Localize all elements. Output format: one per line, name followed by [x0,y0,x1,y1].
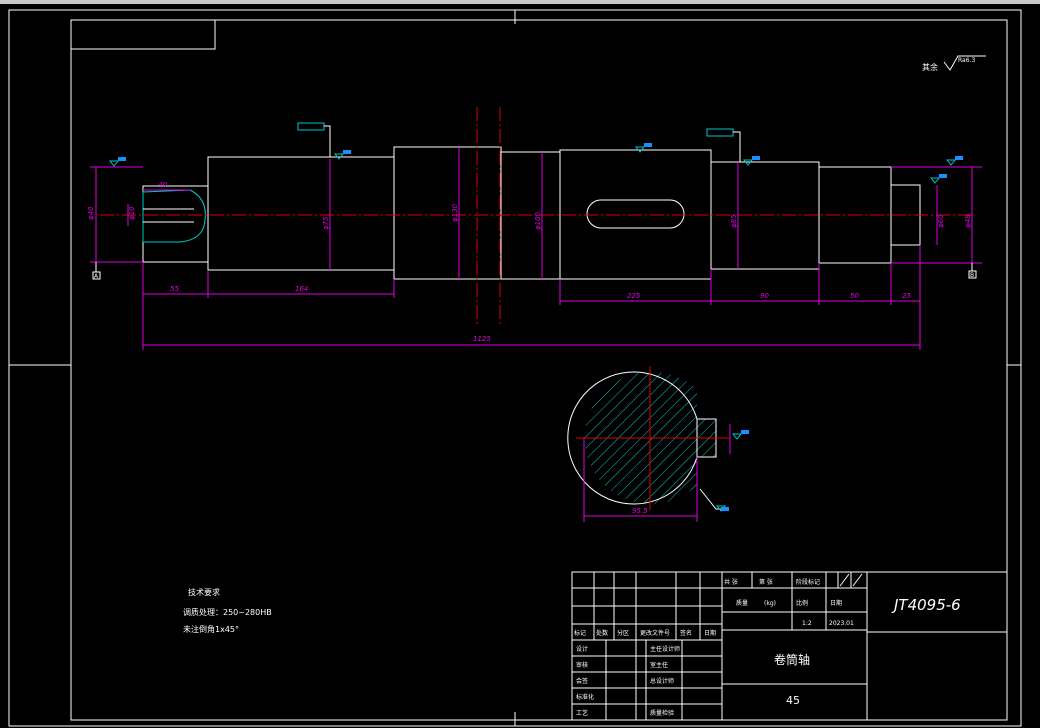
sig-left-2: 会签 [576,677,588,685]
dim-dia-main: φ75 [322,216,330,230]
rev-h-2: 分区 [617,629,629,637]
title-block: 标记 处数 分区 更改文件号 签名 日期 设计 审核 会签 标准化 工艺 主任设… [571,571,1008,721]
stage-label: 阶段标记 [796,578,820,586]
dim-90: 90 [760,292,769,300]
length-dimensions: 55 164 225 90 50 25 1125 40 [142,181,921,350]
tolerance-annotations: A B [92,122,977,280]
tech-line-2: 未注倒角1x45° [183,624,239,634]
rev-h-4: 签名 [680,629,692,637]
sig-left-3: 标准化 [576,693,594,701]
dim-25: 25 [902,292,911,300]
sig-right-2: 总设计师 [650,677,674,685]
rev-h-1: 处数 [596,629,608,637]
dim-dia-right1: φ60 [937,214,945,228]
dim-section-depth: 95.5 [632,507,648,515]
datum-right: B [970,272,974,279]
roughness-label: 其余 [922,62,938,72]
dim-dia-drum: φ100 [534,211,542,230]
rev-h-3: 更改文件号 [640,629,670,637]
sig-left-4: 工艺 [576,709,588,717]
section-view: 95.5 [567,366,749,522]
scale-value: 1:2 [802,620,812,627]
end-section-hatch [142,189,206,243]
drawing-frame [8,9,1022,727]
roughness-note: 其余 Ra6.3 [922,55,986,72]
scale-label: 比例 [796,599,808,607]
mass-unit: (kg) [764,600,776,607]
tech-line-1: 调质处理：250~280HB [183,607,272,617]
part-name: 卷筒轴 [774,652,810,667]
shaft-collar [393,146,502,280]
dim-50: 50 [850,292,859,300]
sig-right-1: 室主任 [650,661,668,669]
tech-title: 技术要求 [188,587,220,597]
date-value: 2023.01 [829,620,854,627]
dim-164: 164 [295,285,308,293]
dim-40: 40 [158,181,167,189]
sig-right-4: 质量检验 [650,709,674,717]
date-label: 日期 [830,599,842,607]
sig-left-1: 审核 [576,661,588,669]
dim-dia-right2: φ48 [964,214,972,228]
dim-dia-seat: φ85 [730,214,738,228]
dim-225: 225 [627,292,641,300]
sig-right-0: 主任设计师 [650,645,680,653]
dim-dia-collar: φ130 [451,203,459,222]
roughness-value: Ra6.3 [958,57,975,64]
dim-dia-key: φ10 [128,206,136,220]
rev-h-5: 日期 [704,629,716,637]
dim-dia-left: φ40 [87,206,95,220]
shaft-section-1 [207,156,395,271]
dim-55: 55 [170,285,179,293]
cad-drawing-canvas[interactable]: 其余 Ra6.3 φ40 φ10 φ75 φ130 φ100 φ85 φ60 φ… [0,4,1040,728]
keyway [586,199,685,229]
rev-h-0: 标记 [574,629,586,637]
sheets-label: 共 张 [724,578,738,586]
material: 45 [786,694,800,707]
sig-left-0: 设计 [576,645,588,653]
mass-label: 质量 [736,599,748,607]
dim-1125: 1125 [473,335,491,343]
shaft-end-left [142,185,209,263]
tech-requirements: 技术要求 调质处理：250~280HB 未注倒角1x45° [183,587,272,634]
sheet-label: 第 张 [759,578,773,586]
drawing-number: JT4095-6 [891,596,961,614]
